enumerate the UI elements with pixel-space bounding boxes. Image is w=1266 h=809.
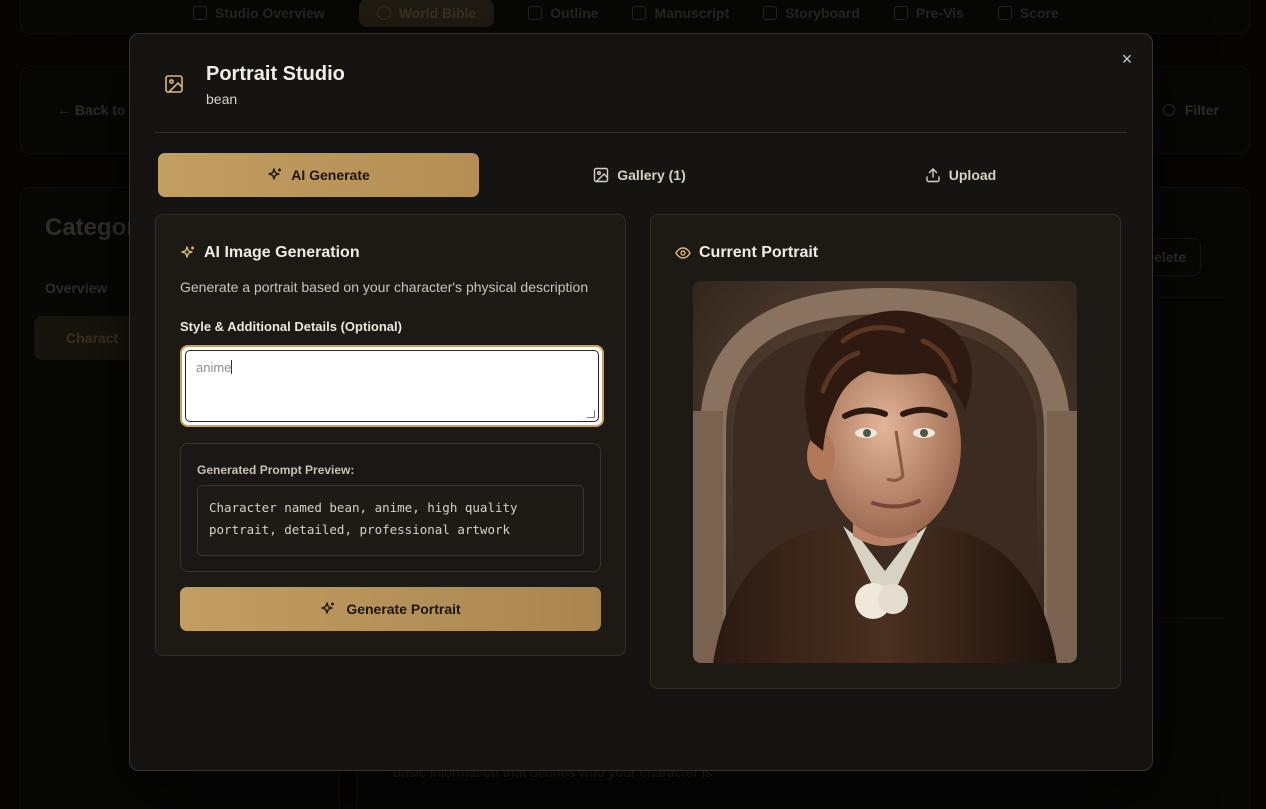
portrait-tabs: AI Generate Gallery (1) Upload — [158, 153, 1121, 197]
prompt-preview-text: Character named bean, anime, high qualit… — [197, 485, 584, 556]
image-icon — [594, 167, 609, 183]
resize-handle-icon[interactable] — [587, 410, 595, 418]
eye-icon — [675, 247, 691, 259]
style-textarea-value: anime — [196, 360, 232, 375]
current-portrait-heading: Current Portrait — [675, 244, 818, 262]
upload-icon — [926, 168, 940, 183]
modal-title: Portrait Studio — [206, 63, 345, 85]
style-textarea-input[interactable]: anime — [185, 350, 599, 422]
image-icon — [165, 75, 183, 93]
style-label: Style & Additional Details (Optional) — [180, 319, 402, 334]
portrait-illustration — [693, 281, 1077, 663]
generate-portrait-button[interactable]: Generate Portrait — [180, 587, 601, 631]
generation-description: Generate a portrait based on your charac… — [180, 279, 589, 295]
style-textarea[interactable]: anime — [180, 345, 604, 427]
ai-generation-heading: AI Image Generation — [180, 244, 360, 262]
tab-ai-generate[interactable]: AI Generate — [158, 153, 479, 197]
portrait-studio-modal: × Portrait Studio bean AI Generate Galle… — [129, 33, 1153, 771]
sparkles-icon — [181, 246, 194, 258]
portrait-image[interactable] — [693, 281, 1077, 663]
modal-subtitle: bean — [206, 91, 238, 107]
tab-upload[interactable]: Upload — [800, 153, 1121, 197]
sparkles-icon — [321, 602, 335, 614]
current-portrait-panel: Current Portrait — [650, 214, 1121, 689]
text-caret — [231, 360, 233, 374]
header-divider — [155, 132, 1127, 133]
close-button[interactable]: × — [1118, 50, 1136, 68]
ai-generation-panel: AI Image Generation Generate a portrait … — [155, 214, 626, 656]
prompt-preview: Generated Prompt Preview: Character name… — [180, 443, 601, 572]
tab-gallery[interactable]: Gallery (1) — [479, 153, 800, 197]
prompt-preview-label: Generated Prompt Preview: — [197, 463, 355, 477]
sparkles-icon — [268, 168, 282, 180]
